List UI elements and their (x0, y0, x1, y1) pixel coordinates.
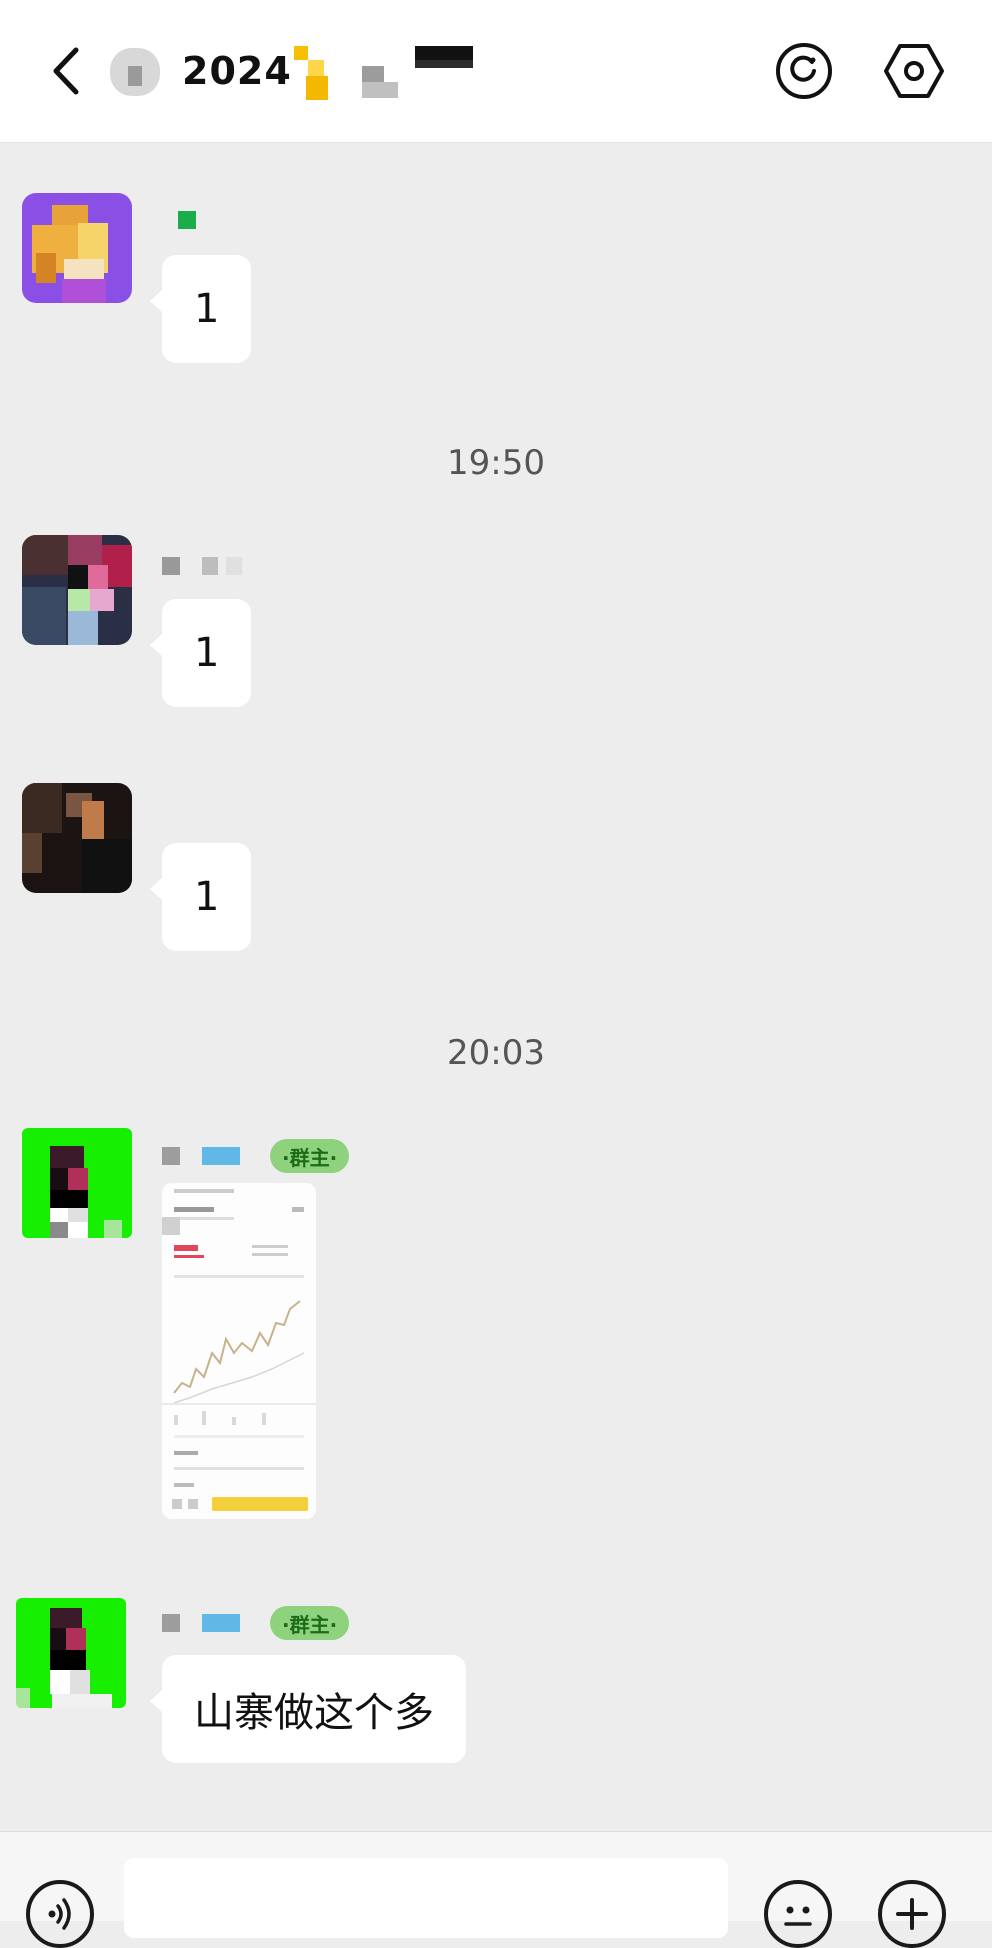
sender-name (162, 553, 242, 579)
message-text: 山寨做这个多 (194, 1690, 434, 1736)
message-text: 1 (194, 874, 220, 920)
sender-name: ·群主· (162, 1606, 350, 1640)
name-mosaic (162, 557, 180, 575)
sender-name (162, 207, 196, 233)
group-owner-badge: ·群主· (270, 1606, 350, 1640)
emoji-button[interactable] (764, 1880, 832, 1948)
name-mosaic (202, 557, 218, 575)
message-text: 1 (194, 286, 220, 332)
avatar-mosaic (22, 193, 132, 303)
mini-program-icon (776, 43, 832, 99)
more-button[interactable] (878, 1880, 946, 1948)
avatar-mosaic (22, 535, 132, 645)
chat-header: 2024 (0, 0, 992, 143)
emoji-icon (784, 1906, 812, 1926)
plus-icon (896, 1898, 928, 1930)
trading-chart-screenshot (162, 1183, 316, 1519)
message-bubble[interactable]: 1 (149, 599, 252, 707)
image-corner-mosaic (162, 1217, 180, 1235)
name-mosaic (226, 557, 242, 575)
group-owner-badge: ·群主· (270, 1139, 350, 1173)
avatar[interactable] (22, 535, 132, 645)
chat-info-button[interactable] (766, 40, 842, 102)
message-text: 1 (194, 630, 220, 676)
name-mosaic (202, 1614, 240, 1632)
hexagon-settings-icon (884, 44, 944, 98)
voice-button[interactable] (26, 1880, 94, 1948)
timestamp: 20:03 (447, 1033, 545, 1073)
input-bar (0, 1831, 992, 1948)
avatar-mosaic (22, 1128, 132, 1238)
avatar[interactable] (22, 193, 132, 303)
name-mosaic (202, 1147, 240, 1165)
image-message[interactable] (162, 1183, 316, 1519)
title-mosaic (110, 46, 473, 100)
chevron-left-icon (53, 47, 79, 95)
back-button[interactable] (40, 40, 90, 102)
avatar-mosaic (16, 1598, 126, 1708)
name-mosaic (178, 211, 196, 229)
timestamp: 19:50 (447, 443, 545, 483)
message-bubble[interactable]: 山寨做这个多 (150, 1655, 466, 1763)
avatar-mosaic (22, 783, 132, 893)
avatar[interactable] (16, 1598, 126, 1708)
name-mosaic (162, 1614, 180, 1632)
message-bubble[interactable]: 1 (149, 255, 252, 363)
message-bubble[interactable]: 1 (149, 843, 252, 951)
message-input[interactable] (124, 1858, 728, 1938)
message-list[interactable]: 1 19:50 1 1 20:03 ·群主· ·群主· 山寨做这个多 (0, 143, 992, 1831)
avatar[interactable] (22, 783, 132, 893)
settings-button[interactable] (876, 40, 952, 102)
name-mosaic (162, 1147, 180, 1165)
avatar[interactable] (22, 1128, 132, 1238)
voice-icon (48, 1898, 71, 1930)
sender-name: ·群主· (162, 1139, 350, 1173)
